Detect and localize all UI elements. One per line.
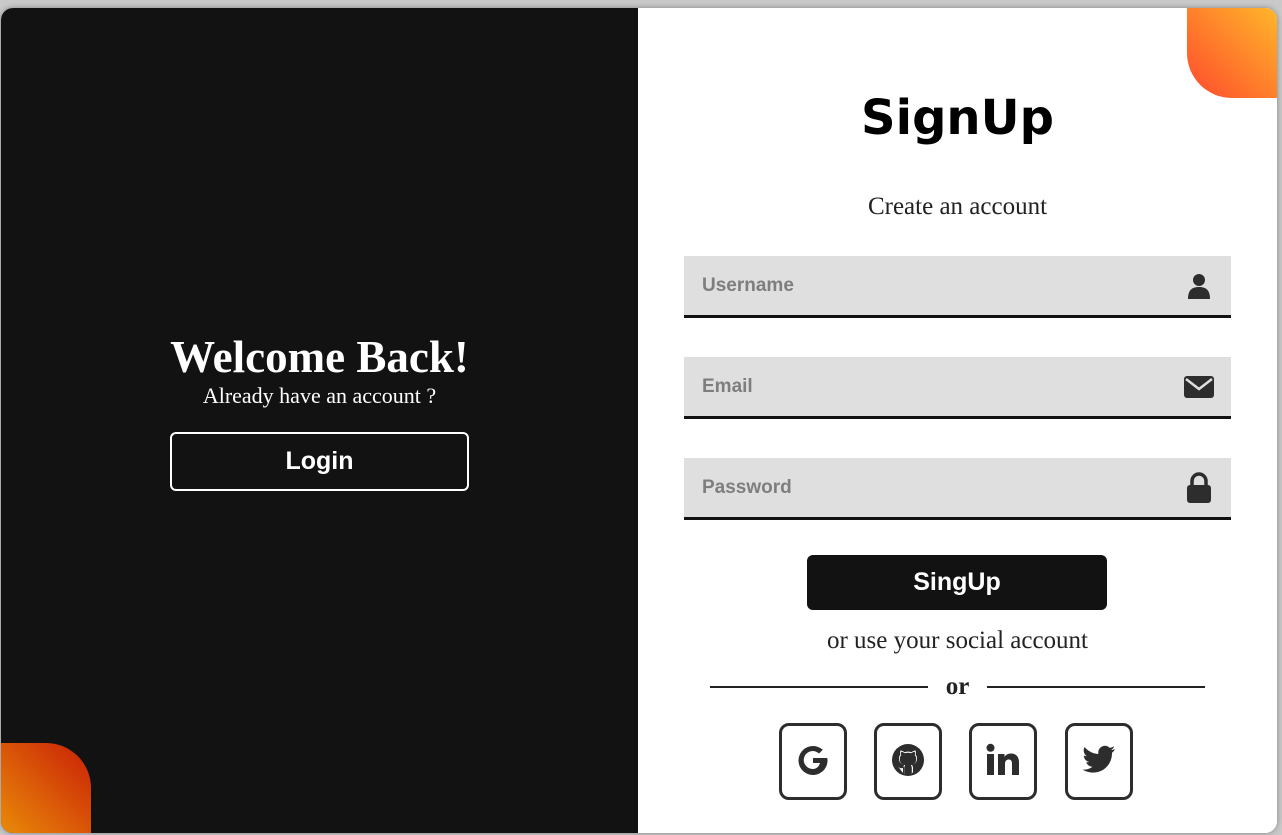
login-button[interactable]: Login <box>170 432 469 491</box>
welcome-panel: Welcome Back! Already have an account ? … <box>1 8 638 833</box>
already-account-text: Already have an account ? <box>202 383 437 408</box>
decorative-corner-bottom-left <box>1 743 91 833</box>
page-title: SignUp <box>861 90 1054 146</box>
divider-line-right <box>987 686 1205 688</box>
divider-or-text: or <box>945 673 970 700</box>
linkedin-icon <box>985 743 1021 780</box>
google-login-button[interactable] <box>779 723 847 800</box>
password-input[interactable] <box>684 458 1174 517</box>
github-icon <box>891 743 925 780</box>
divider-line-left <box>710 686 928 688</box>
email-input[interactable] <box>684 357 1174 416</box>
signup-button[interactable]: SingUp <box>807 555 1107 610</box>
email-field-container <box>684 357 1231 419</box>
github-login-button[interactable] <box>874 723 942 800</box>
password-field-container <box>684 458 1231 520</box>
social-account-text: or use your social account <box>826 627 1089 654</box>
linkedin-login-button[interactable] <box>969 723 1037 800</box>
decorative-corner-top-right <box>1187 8 1277 98</box>
twitter-login-button[interactable] <box>1065 723 1133 800</box>
create-account-subtitle: Create an account <box>867 193 1048 220</box>
welcome-heading: Welcome Back! <box>170 332 469 382</box>
lock-icon <box>1181 458 1217 517</box>
username-input[interactable] <box>684 256 1174 315</box>
username-field-container <box>684 256 1231 318</box>
google-icon <box>796 743 830 780</box>
user-icon <box>1181 256 1217 315</box>
twitter-icon <box>1082 745 1116 778</box>
envelope-icon <box>1181 357 1217 416</box>
signup-card: Welcome Back! Already have an account ? … <box>1 8 1277 833</box>
signup-panel: SignUp Create an account Username Email … <box>638 8 1277 833</box>
